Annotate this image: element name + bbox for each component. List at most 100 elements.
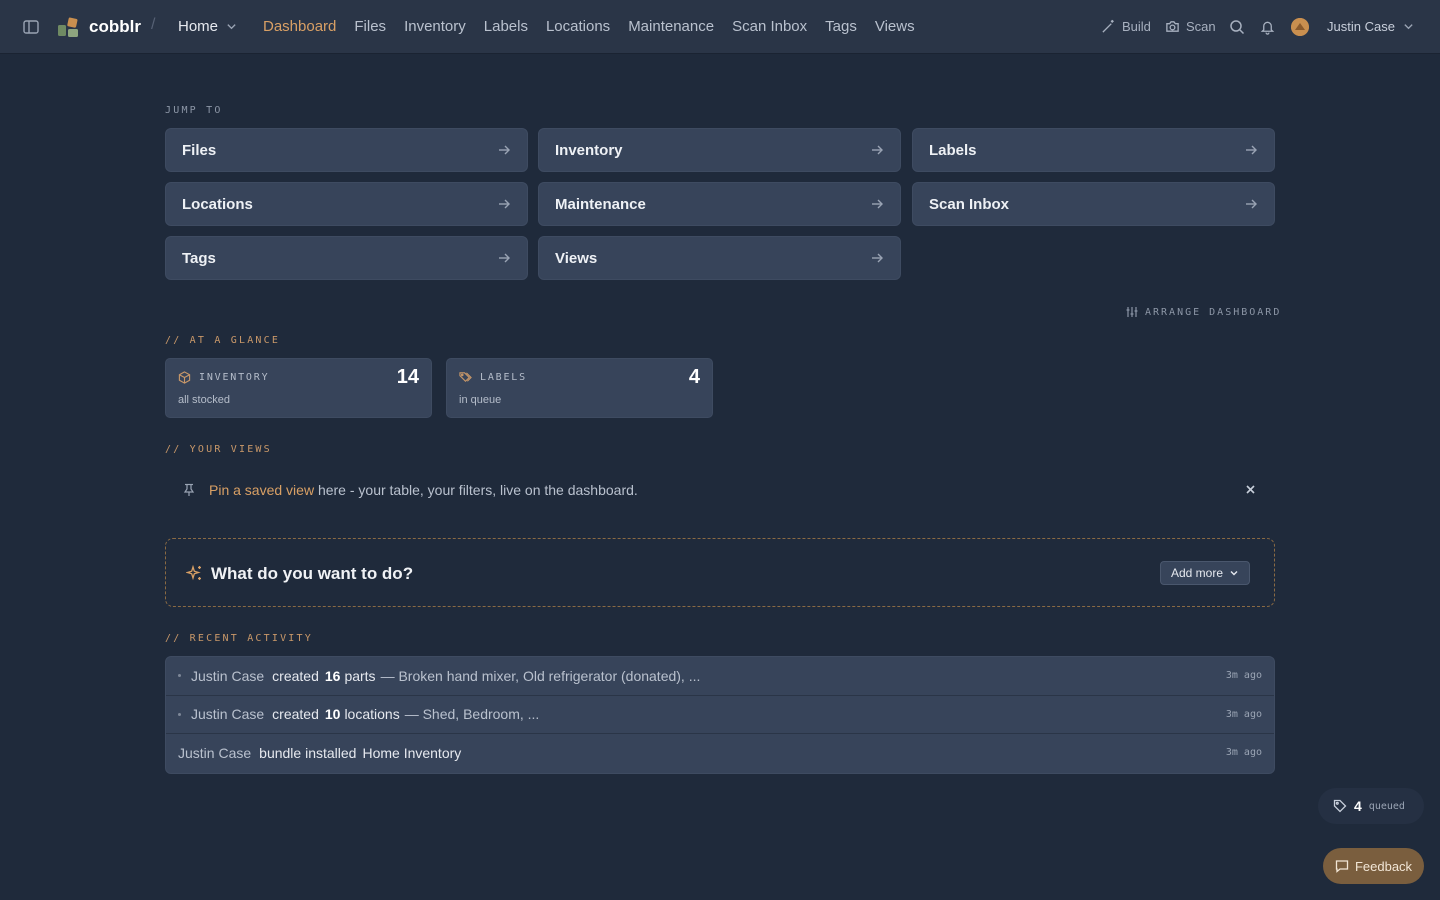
arrow-right-icon — [499, 253, 510, 263]
glance-card-header: LABELS — [459, 371, 527, 384]
add-more-label: Add more — [1171, 566, 1224, 580]
activity-count: 16 — [324, 667, 341, 684]
magic-wand-icon — [1102, 19, 1114, 33]
activity-details: — Broken hand mixer, Old refrigerator (d… — [380, 667, 701, 684]
user-menu[interactable]: Justin Case — [1327, 19, 1414, 34]
glance-card-title: INVENTORY — [199, 372, 270, 383]
nav-tags[interactable]: Tags — [825, 18, 857, 35]
activity-verb: created — [272, 667, 319, 684]
add-more-button[interactable]: Add more — [1160, 561, 1251, 585]
glance-card-value: 14 — [396, 366, 419, 388]
workspace-label: Home — [178, 18, 219, 35]
jump-tile-locations[interactable]: Locations — [165, 182, 528, 226]
pin-saved-view-link[interactable]: Pin a saved view — [209, 482, 314, 498]
activity-verb: bundle installed — [259, 745, 357, 762]
activity-row[interactable]: Justin Case created 16 parts — Broken ha… — [166, 657, 1274, 696]
activity-noun: Home Inventory — [362, 745, 462, 762]
tile-label: Labels — [929, 141, 977, 159]
build-button[interactable]: Build — [1101, 19, 1151, 34]
user-name: Justin Case — [1327, 19, 1395, 34]
avatar[interactable] — [1291, 18, 1309, 36]
nav-labels[interactable]: Labels — [484, 18, 528, 35]
jump-tile-files[interactable]: Files — [165, 128, 528, 172]
chevron-down-icon — [1404, 24, 1413, 30]
arrow-right-icon — [872, 253, 883, 263]
bell-icon[interactable] — [1260, 19, 1275, 35]
arrow-right-icon — [872, 145, 883, 155]
pin-view-banner: Pin a saved view here - your table, your… — [165, 474, 1275, 506]
glance-card-labels[interactable]: LABELS 4 in queue — [446, 358, 713, 418]
todo-panel: What do you want to do? Add more — [165, 538, 1275, 607]
glance-card-title: LABELS — [480, 372, 527, 383]
top-bar: cobblr / Home Dashboard Files Inventory … — [0, 0, 1440, 54]
glance-card-subtitle: all stocked — [178, 394, 230, 406]
feedback-button[interactable]: Feedback — [1323, 848, 1424, 884]
tile-label: Tags — [182, 249, 216, 267]
todo-title: What do you want to do? — [211, 564, 414, 583]
workspace-select[interactable]: Home — [178, 18, 237, 35]
jump-tile-tags[interactable]: Tags — [165, 236, 528, 280]
activity-verb: created — [272, 706, 319, 723]
cobblr-logo-icon[interactable] — [56, 16, 80, 38]
nav-inventory[interactable]: Inventory — [404, 18, 466, 35]
arrange-label: ARRANGE DASHBOARD — [1145, 306, 1282, 318]
label-queue-badge[interactable]: 4 queued — [1318, 788, 1424, 824]
activity-row[interactable]: Justin Case created 10 locations — Shed,… — [166, 696, 1274, 734]
tile-label: Scan Inbox — [929, 195, 1010, 213]
build-label: Build — [1122, 19, 1151, 34]
activity-actor: Justin Case — [191, 706, 265, 723]
glance-card-subtitle: in queue — [459, 394, 502, 406]
queue-count: 4 — [1354, 798, 1362, 814]
activity-details: — Shed, Bedroom, ... — [404, 706, 540, 723]
activity-noun: locations — [344, 706, 400, 723]
camera-icon — [1166, 21, 1179, 32]
arrow-right-icon — [872, 199, 883, 209]
queue-label: queued — [1368, 800, 1405, 812]
close-icon[interactable] — [1244, 483, 1257, 496]
activity-list: Justin Case created 16 parts — Broken ha… — [165, 656, 1275, 774]
bullet-dot — [178, 712, 181, 716]
sliders-icon — [1126, 307, 1138, 317]
arrange-dashboard-button[interactable]: ARRANGE DASHBOARD — [1126, 306, 1281, 318]
feedback-label: Feedback — [1354, 858, 1413, 874]
activity-time: 3m ago — [1225, 747, 1262, 758]
brand-name[interactable]: cobblr — [89, 17, 141, 37]
nav-views[interactable]: Views — [875, 18, 915, 35]
nav-files[interactable]: Files — [354, 18, 386, 35]
tile-label: Locations — [182, 195, 253, 213]
jump-to-heading: JUMP TO — [165, 105, 223, 116]
nav-scan-inbox[interactable]: Scan Inbox — [732, 18, 807, 35]
message-icon — [1335, 860, 1349, 873]
activity-time: 3m ago — [1225, 708, 1262, 720]
scan-button[interactable]: Scan — [1165, 19, 1216, 34]
search-icon[interactable] — [1229, 19, 1245, 35]
chevron-down-icon — [1230, 571, 1238, 576]
chevron-down-icon — [227, 24, 236, 30]
jump-tile-scan-inbox[interactable]: Scan Inbox — [912, 182, 1275, 226]
glance-card-value: 4 — [688, 366, 700, 388]
box-icon — [178, 371, 191, 384]
tile-label: Inventory — [555, 141, 623, 159]
tags-icon — [459, 372, 472, 383]
tile-label: Files — [182, 141, 217, 159]
jump-tile-labels[interactable]: Labels — [912, 128, 1275, 172]
nav-locations[interactable]: Locations — [546, 18, 610, 35]
activity-time: 3m ago — [1225, 670, 1262, 681]
activity-count: 10 — [324, 706, 341, 723]
tag-icon — [1333, 799, 1347, 813]
nav-dashboard[interactable]: Dashboard — [263, 18, 336, 35]
bullet-dot — [178, 674, 181, 678]
pin-view-rest: here - your table, your filters, live on… — [314, 482, 638, 498]
jump-tile-inventory[interactable]: Inventory — [538, 128, 901, 172]
nav-maintenance[interactable]: Maintenance — [628, 18, 714, 35]
jump-tile-maintenance[interactable]: Maintenance — [538, 182, 901, 226]
activity-row[interactable]: Justin Case bundle installed Home Invent… — [166, 734, 1274, 773]
activity-actor: Justin Case — [178, 745, 252, 762]
sparkles-icon — [186, 565, 201, 581]
sidebar-toggle-icon[interactable] — [22, 18, 40, 36]
jump-tile-views[interactable]: Views — [538, 236, 901, 280]
glance-card-inventory[interactable]: INVENTORY 14 all stocked — [165, 358, 432, 418]
glance-heading: // AT A GLANCE — [165, 335, 281, 346]
pin-view-text: Pin a saved view here - your table, your… — [209, 482, 638, 498]
arrow-right-icon — [1246, 145, 1257, 155]
